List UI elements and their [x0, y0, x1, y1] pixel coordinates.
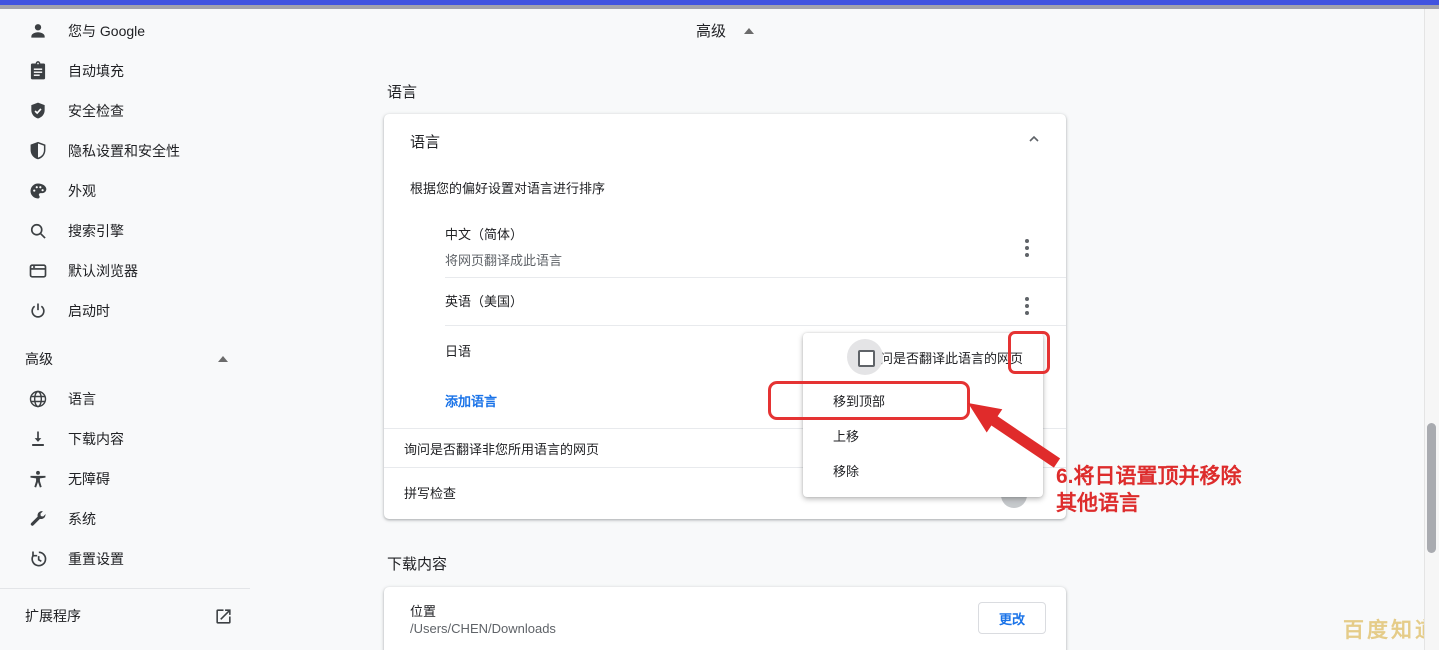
palette-icon — [28, 181, 48, 201]
window-frame-bar — [0, 5, 1439, 9]
language-row-english: 英语（美国） — [445, 277, 1066, 325]
sidebar-item-label: 外观 — [68, 181, 96, 201]
sidebar-item-privacy-security[interactable]: 隐私设置和安全性 — [0, 131, 250, 171]
sidebar-item-you-and-google[interactable]: 您与 Google — [0, 11, 250, 51]
sidebar-item-autofill[interactable]: 自动填充 — [0, 51, 250, 91]
chevron-up-icon[interactable] — [1026, 131, 1042, 147]
add-language-link[interactable]: 添加语言 — [445, 391, 497, 410]
search-icon — [28, 221, 48, 241]
download-icon — [28, 429, 48, 449]
collapse-triangle-icon — [218, 356, 228, 362]
globe-icon — [28, 389, 48, 409]
sidebar-item-extensions[interactable]: 扩展程序 — [0, 596, 250, 636]
sidebar-item-label: 您与 Google — [68, 21, 145, 41]
sidebar-item-reset-settings[interactable]: 重置设置 — [0, 539, 250, 579]
menu-item-label: 上移 — [833, 426, 859, 445]
menu-item-label: 移除 — [833, 461, 859, 480]
download-location-label: 位置 — [410, 601, 436, 620]
sidebar-item-appearance[interactable]: 外观 — [0, 171, 250, 211]
scrollbar-thumb[interactable] — [1427, 423, 1436, 553]
scrollbar-track[interactable] — [1424, 9, 1439, 650]
language-row-chinese: 中文（简体） 将网页翻译成此语言 — [445, 218, 1066, 278]
annotation-note-line1: 6.将日语置顶并移除 — [1056, 463, 1242, 490]
change-button[interactable]: 更改 — [978, 602, 1046, 634]
menu-item-label: 询问是否翻译此语言的网页 — [867, 348, 1023, 367]
annotation-highlight-box-move-top — [768, 381, 970, 420]
external-link-icon — [214, 607, 233, 626]
annotation-highlight-box-small — [1008, 331, 1050, 374]
sidebar-item-label: 语言 — [68, 389, 96, 409]
wrench-icon — [28, 509, 48, 529]
sidebar-divider — [0, 588, 250, 589]
sidebar-item-default-browser[interactable]: 默认浏览器 — [0, 251, 250, 291]
kebab-menu-icon[interactable] — [1021, 293, 1033, 319]
checkbox-unchecked-icon[interactable] — [858, 350, 875, 367]
section-title-languages: 语言 — [387, 81, 417, 102]
sidebar-item-languages[interactable]: 语言 — [0, 379, 250, 419]
sidebar-item-search-engine[interactable]: 搜索引擎 — [0, 211, 250, 251]
sidebar-item-label: 启动时 — [68, 301, 110, 321]
section-title-downloads: 下载内容 — [387, 553, 447, 574]
sidebar-item-label: 安全检查 — [68, 101, 124, 121]
sidebar-item-label: 搜索引擎 — [68, 221, 124, 241]
annotation-note-line2: 其他语言 — [1056, 490, 1242, 517]
sidebar-advanced-label: 高级 — [25, 349, 53, 369]
sidebar-item-accessibility[interactable]: 无障碍 — [0, 459, 250, 499]
annotation-note: 6.将日语置顶并移除 其他语言 — [1056, 463, 1242, 517]
sidebar-item-on-startup[interactable]: 启动时 — [0, 291, 250, 331]
sidebar-item-system[interactable]: 系统 — [0, 499, 250, 539]
sidebar-item-label: 无障碍 — [68, 469, 110, 489]
ask-translate-label: 询问是否翻译非您所用语言的网页 — [404, 439, 599, 458]
sidebar-item-label: 重置设置 — [68, 549, 124, 569]
person-icon — [28, 21, 48, 41]
language-name: 英语（美国） — [445, 291, 1066, 310]
chrome-settings-page: 高级 您与 Google 自动填充 安全检查 隐私设置和安全性 外观 — [0, 0, 1439, 650]
order-hint-text: 根据您的偏好设置对语言进行排序 — [410, 178, 605, 197]
clipboard-icon — [28, 61, 48, 81]
history-icon — [28, 549, 48, 569]
sidebar-item-label: 下载内容 — [68, 429, 124, 449]
language-subtitle: 将网页翻译成此语言 — [445, 250, 1066, 269]
card-header-label: 语言 — [410, 131, 440, 152]
collapse-triangle-icon[interactable] — [744, 28, 754, 34]
power-icon — [28, 301, 48, 321]
sidebar-item-label: 扩展程序 — [25, 606, 81, 626]
browser-icon — [28, 261, 48, 281]
advanced-header-label: 高级 — [696, 20, 726, 41]
download-location-value: /Users/CHEN/Downloads — [410, 621, 556, 636]
menu-item-ask-translate[interactable]: 询问是否翻译此语言的网页 — [803, 333, 1043, 381]
sidebar-item-safety-check[interactable]: 安全检查 — [0, 91, 250, 131]
downloads-card: 位置 /Users/CHEN/Downloads 更改 — [384, 587, 1066, 650]
sidebar-item-label: 系统 — [68, 509, 96, 529]
spell-check-label: 拼写检查 — [404, 483, 456, 502]
annotation-arrow — [950, 395, 1065, 473]
accessibility-icon — [28, 469, 48, 489]
privacy-shield-icon — [28, 141, 48, 161]
kebab-menu-icon[interactable] — [1021, 235, 1033, 261]
language-name: 中文（简体） — [445, 224, 1066, 243]
sidebar-item-downloads[interactable]: 下载内容 — [0, 419, 250, 459]
advanced-header: 高级 — [384, 20, 1066, 41]
sidebar-item-label: 自动填充 — [68, 61, 124, 81]
sidebar-advanced-toggle[interactable]: 高级 — [0, 339, 250, 379]
sidebar-item-label: 隐私设置和安全性 — [68, 141, 180, 161]
sidebar-item-label: 默认浏览器 — [68, 261, 138, 281]
shield-check-icon — [28, 101, 48, 121]
